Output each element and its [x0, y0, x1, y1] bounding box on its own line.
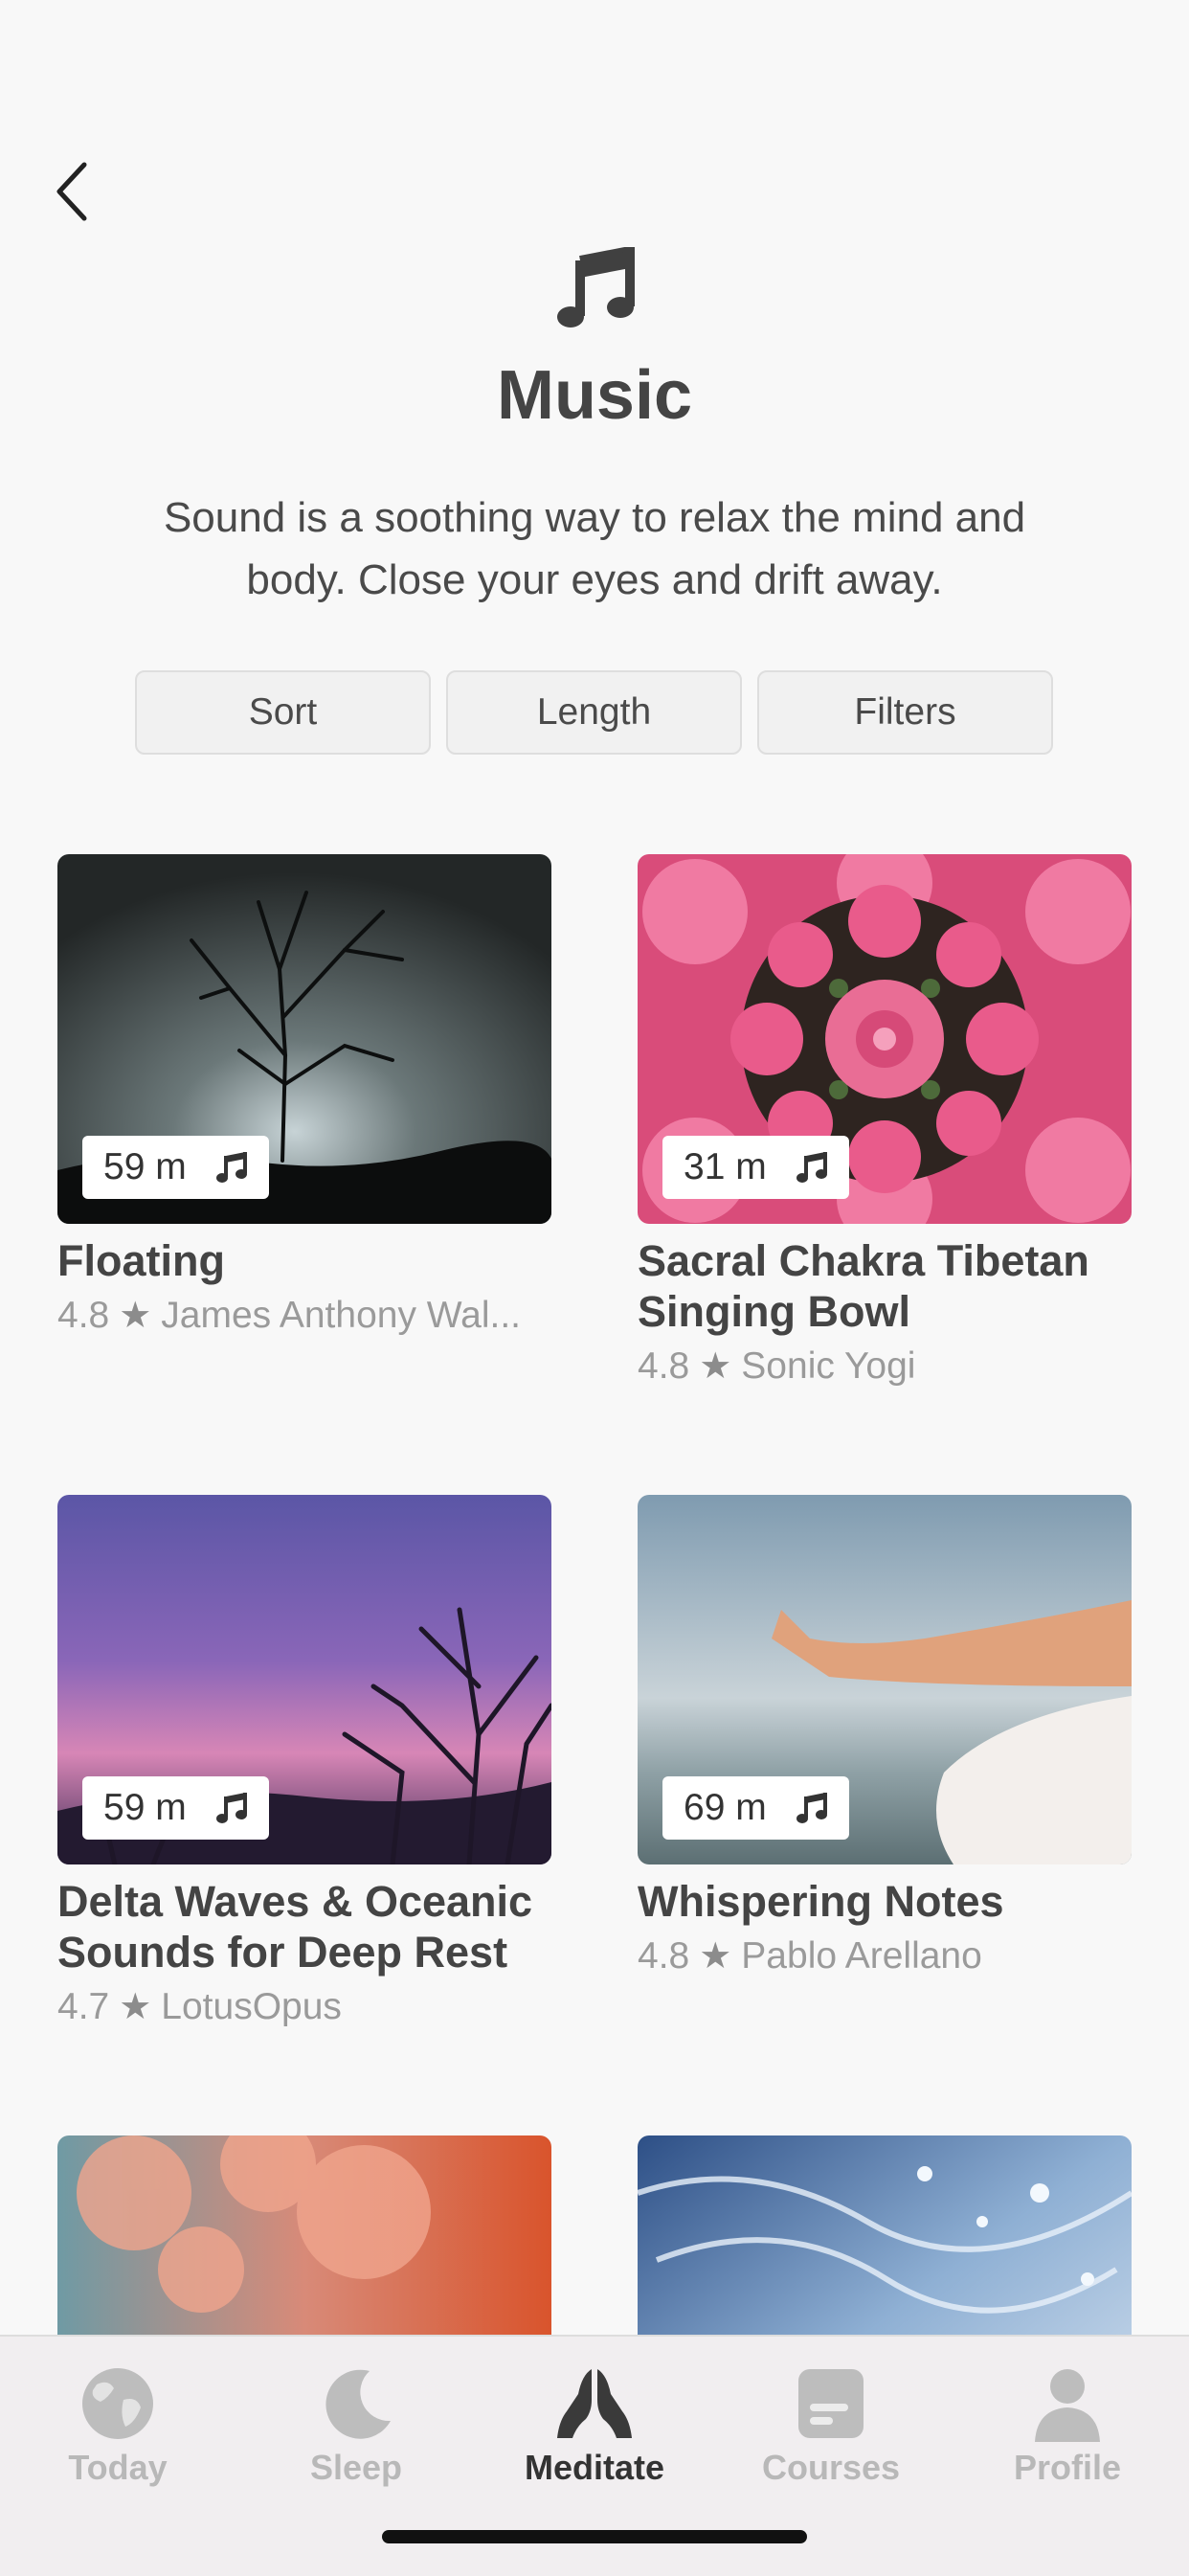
page-title: Music — [496, 357, 693, 434]
track-meta: 4.8 ★ James Anthony Wal... — [57, 1294, 551, 1337]
tab-label: Profile — [1013, 2448, 1122, 2487]
track-meta: 4.7 ★ LotusOpus — [57, 1985, 551, 2028]
music-note-icon — [215, 1152, 247, 1183]
length-button[interactable]: Length — [446, 670, 742, 755]
person-icon — [1035, 2369, 1100, 2442]
track-title: Floating — [57, 1236, 225, 1285]
track-author: Sonic Yogi — [741, 1344, 916, 1387]
tab-label: Sleep — [309, 2448, 403, 2487]
duration-label: 59 m — [103, 1787, 187, 1828]
back-button[interactable] — [54, 161, 111, 228]
chevron-left-icon — [56, 162, 87, 221]
praying-hands-icon — [557, 2369, 632, 2438]
duration-label: 31 m — [684, 1146, 767, 1187]
page-description: Sound is a soothing way to relax the min… — [163, 494, 1026, 603]
music-note-icon — [215, 1793, 247, 1823]
star-icon: ★ — [119, 1987, 152, 2027]
track-author: James Anthony Wal... — [161, 1294, 522, 1336]
header-icon-wrap — [0, 247, 1189, 333]
star-icon: ★ — [699, 1936, 732, 1977]
track-rating: 4.7 — [57, 1985, 110, 2027]
track-card[interactable]: 59 m Delta Waves & Oceanic Sounds for De… — [57, 1495, 551, 2028]
duration-badge: 59 m — [82, 1776, 269, 1840]
track-rating: 4.8 — [638, 1344, 690, 1387]
tab-courses[interactable]: Courses — [735, 2365, 927, 2488]
tab-meditate[interactable]: Meditate — [499, 2365, 690, 2488]
track-rating: 4.8 — [638, 1934, 690, 1977]
tab-label: Meditate — [524, 2448, 665, 2487]
moon-icon — [325, 2369, 391, 2439]
music-note-icon — [557, 247, 635, 328]
filter-bar: Sort Length Filters — [135, 670, 1053, 755]
tab-label: Today — [68, 2448, 168, 2487]
track-author: LotusOpus — [161, 1985, 342, 2027]
home-indicator[interactable] — [382, 2530, 807, 2543]
track-card[interactable]: 59 m Floating 4.8 ★ James Anthony Wal... — [57, 854, 551, 1337]
globe-icon — [82, 2368, 153, 2439]
tab-label: Courses — [761, 2448, 901, 2487]
track-thumbnail[interactable]: 59 m — [57, 854, 551, 1224]
track-card[interactable]: 31 m Sacral Chakra Tibetan Singing Bowl … — [638, 854, 1132, 1388]
star-icon: ★ — [699, 1346, 732, 1387]
course-card-icon — [798, 2369, 864, 2438]
track-author: Pablo Arellano — [741, 1934, 982, 1977]
tab-today[interactable]: Today — [22, 2365, 213, 2488]
music-note-icon — [796, 1793, 827, 1823]
duration-badge: 59 m — [82, 1136, 269, 1199]
track-title: Sacral Chakra Tibetan Singing Bowl — [638, 1236, 1089, 1336]
duration-label: 69 m — [684, 1787, 767, 1828]
duration-label: 59 m — [103, 1146, 187, 1187]
duration-badge: 31 m — [662, 1136, 849, 1199]
tab-sleep[interactable]: Sleep — [260, 2365, 452, 2488]
track-meta: 4.8 ★ Pablo Arellano — [638, 1934, 1132, 1977]
track-title: Delta Waves & Oceanic Sounds for Deep Re… — [57, 1877, 533, 1977]
track-meta: 4.8 ★ Sonic Yogi — [638, 1344, 1132, 1388]
sort-button[interactable]: Sort — [135, 670, 431, 755]
music-note-icon — [796, 1152, 827, 1183]
track-title: Whispering Notes — [638, 1877, 1004, 1926]
track-thumbnail[interactable]: 31 m — [638, 854, 1132, 1224]
filters-button[interactable]: Filters — [757, 670, 1053, 755]
star-icon: ★ — [119, 1296, 152, 1336]
track-thumbnail[interactable]: 59 m — [57, 1495, 551, 1864]
duration-badge: 69 m — [662, 1776, 849, 1840]
tab-profile[interactable]: Profile — [972, 2365, 1163, 2488]
track-thumbnail[interactable]: 69 m — [638, 1495, 1132, 1864]
track-card[interactable]: 69 m Whispering Notes 4.8 ★ Pablo Arella… — [638, 1495, 1132, 1977]
track-rating: 4.8 — [57, 1294, 110, 1336]
